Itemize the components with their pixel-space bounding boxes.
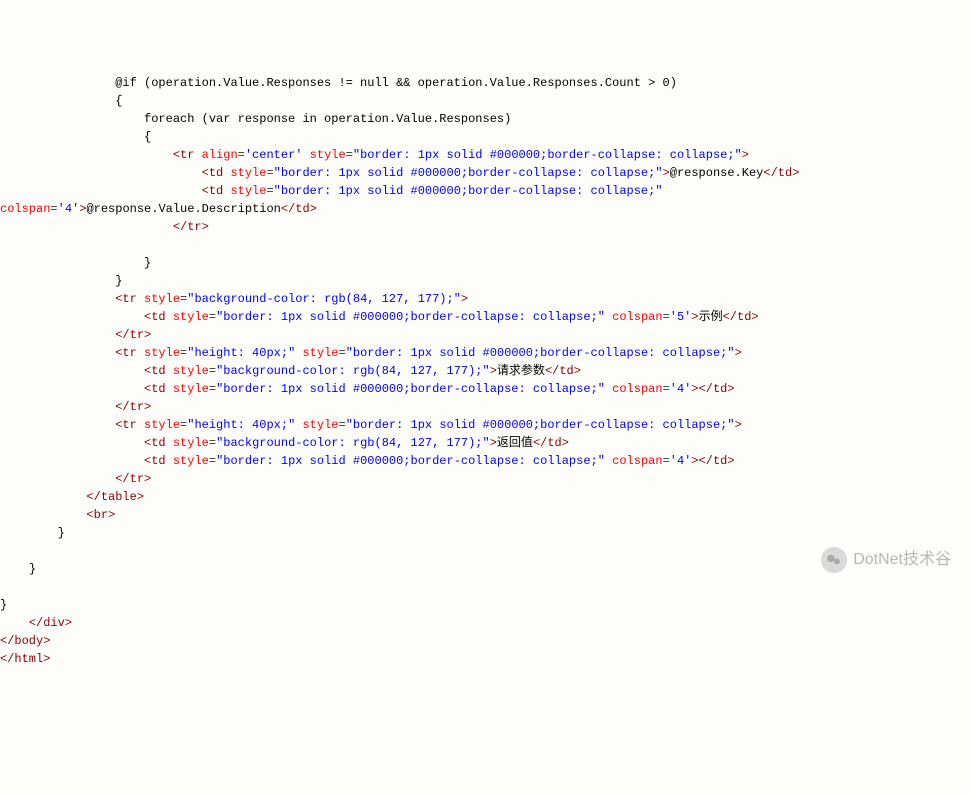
code-line: </div> [0, 614, 971, 632]
code-line: foreach (var response in operation.Value… [0, 110, 971, 128]
watermark-text: DotNet技术谷 [853, 551, 951, 569]
code-line: <td style="border: 1px solid #000000;bor… [0, 182, 971, 200]
code-line: <td style="background-color: rgb(84, 127… [0, 434, 971, 452]
code-line: </body> [0, 632, 971, 650]
code-line: <td style="border: 1px solid #000000;bor… [0, 380, 971, 398]
code-line: </tr> [0, 470, 971, 488]
wechat-icon [821, 547, 847, 573]
code-line: <td style="border: 1px solid #000000;bor… [0, 452, 971, 470]
code-line: } [0, 272, 971, 290]
code-line: <td style="background-color: rgb(84, 127… [0, 362, 971, 380]
code-line: <br> [0, 506, 971, 524]
code-line: </table> [0, 488, 971, 506]
code-line: } [0, 524, 971, 542]
code-line [0, 236, 971, 254]
code-line: <tr style="height: 40px;" style="border:… [0, 344, 971, 362]
watermark: DotNet技术谷 [821, 547, 951, 573]
code-line: <td style="border: 1px solid #000000;bor… [0, 164, 971, 182]
code-line: } [0, 254, 971, 272]
code-block: @if (operation.Value.Responses != null &… [0, 74, 971, 668]
code-line: </tr> [0, 398, 971, 416]
code-line: </tr> [0, 326, 971, 344]
code-line: @if (operation.Value.Responses != null &… [0, 74, 971, 92]
code-line: colspan='4'>@response.Value.Description<… [0, 200, 971, 218]
code-line: </tr> [0, 218, 971, 236]
code-line: <tr align='center' style="border: 1px so… [0, 146, 971, 164]
code-line: { [0, 92, 971, 110]
code-line: <tr style="height: 40px;" style="border:… [0, 416, 971, 434]
code-line: { [0, 128, 971, 146]
code-line [0, 578, 971, 596]
code-line: <td style="border: 1px solid #000000;bor… [0, 308, 971, 326]
code-line: <tr style="background-color: rgb(84, 127… [0, 290, 971, 308]
code-line: } [0, 596, 971, 614]
code-line: </html> [0, 650, 971, 668]
